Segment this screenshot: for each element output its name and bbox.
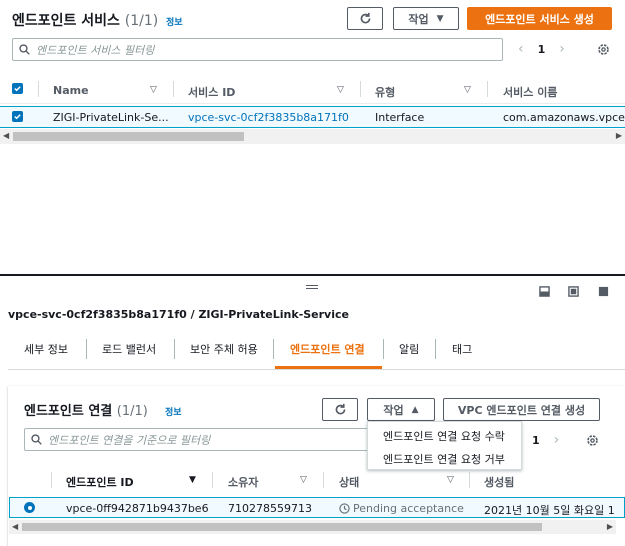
caret-down-icon: ▼ — [436, 13, 444, 24]
scrollbar-thumb[interactable] — [13, 132, 244, 141]
search-icon — [19, 44, 30, 55]
tab-endpoint-connections[interactable]: 엔드포인트 연결 — [290, 341, 365, 357]
prev-page-icon[interactable]: ‹ — [518, 41, 524, 57]
scrollbar-thumb[interactable] — [22, 523, 542, 531]
drag-handle-icon[interactable] — [306, 285, 318, 289]
select-all-checkbox[interactable] — [12, 83, 23, 94]
settings-gear-icon[interactable] — [597, 43, 610, 56]
row-owner: 710278559713 — [228, 502, 312, 515]
next-page-icon[interactable]: › — [559, 41, 565, 57]
row-status: Pending acceptance — [339, 502, 464, 515]
services-page-number[interactable]: 1 — [538, 43, 546, 56]
tab-notifications[interactable]: 알림 — [399, 341, 419, 357]
connections-filter-placeholder: 엔드포인트 연결을 기준으로 필터링 — [48, 433, 211, 447]
actions-dropdown-menu: 엔드포인트 연결 요청 수락 엔드포인트 연결 요청 거부 — [367, 421, 522, 470]
caret-up-icon: ▲ — [411, 404, 419, 415]
scroll-left-icon[interactable]: ◀ — [3, 131, 9, 140]
services-actions-button[interactable]: 작업 ▼ — [393, 7, 459, 30]
scroll-right-icon[interactable]: ▶ — [607, 522, 613, 531]
services-filter-placeholder: 엔드포인트 서비스 필터링 — [36, 43, 155, 57]
refresh-icon — [335, 403, 345, 415]
services-horizontal-scrollbar[interactable]: ◀ ▶ — [0, 129, 625, 144]
connections-title-text: 엔드포인트 연결 — [24, 404, 113, 419]
scroll-left-icon[interactable]: ◀ — [12, 522, 18, 531]
sort-down-icon[interactable]: ▼ — [189, 475, 196, 485]
connections-actions-button[interactable]: 작업 ▲ — [367, 398, 435, 421]
search-icon — [31, 434, 42, 445]
refresh-button[interactable] — [347, 7, 383, 30]
connections-filter-input[interactable]: 엔드포인트 연결을 기준으로 필터링 — [24, 428, 424, 451]
connections-page-number[interactable]: 1 — [532, 434, 540, 447]
refresh-icon — [360, 12, 370, 24]
tab-details[interactable]: 세부 정보 — [24, 341, 68, 357]
services-actions-label: 작업 — [408, 12, 429, 26]
tab-load-balancers[interactable]: 로드 밸런서 — [102, 341, 156, 357]
sort-caret-icon[interactable]: ▽ — [447, 475, 454, 485]
next-page-icon[interactable]: › — [554, 432, 560, 448]
connections-horizontal-scrollbar[interactable]: ◀ ▶ — [9, 520, 616, 534]
sort-caret-icon[interactable]: ▽ — [150, 85, 157, 95]
services-filter-input[interactable]: 엔드포인트 서비스 필터링 — [12, 38, 503, 61]
panel-bottom-icon[interactable] — [539, 286, 550, 297]
column-header-name[interactable]: Name — [53, 84, 89, 97]
connections-title: 엔드포인트 연결 (1/1) — [24, 400, 148, 419]
column-header-service-name[interactable]: 서비스 이름 — [503, 84, 557, 100]
sort-caret-icon[interactable]: ▽ — [464, 85, 471, 95]
services-count: (1/1) — [124, 13, 159, 29]
clock-icon — [339, 503, 350, 514]
row-type: Interface — [375, 111, 425, 124]
connections-info-link[interactable]: 정보 — [165, 405, 182, 418]
tab-allow-principals[interactable]: 보안 주체 허용 — [190, 341, 258, 357]
connections-refresh-button[interactable] — [322, 398, 358, 421]
row-service-id-link[interactable]: vpce-svc-0cf2f3835b8a171f0 — [188, 111, 349, 124]
connections-pagination: 1 › — [532, 432, 559, 448]
row-endpoint-id: vpce-0ff942871b9437be6 — [66, 502, 209, 515]
services-title: 엔드포인트 서비스 (1/1) — [12, 10, 158, 30]
split-pane-divider[interactable] — [0, 274, 625, 276]
column-header-type[interactable]: 유형 — [375, 84, 395, 100]
tab-tags[interactable]: 태그 — [452, 341, 472, 357]
create-endpoint-service-button[interactable]: 엔드포인트 서비스 생성 — [467, 7, 612, 30]
row-service-name: com.amazonaws.vpce.ap-n — [503, 111, 625, 124]
panel-side-icon[interactable] — [568, 286, 579, 297]
sort-caret-icon[interactable]: ▽ — [300, 475, 307, 485]
column-header-owner[interactable]: 소유자 — [228, 474, 258, 490]
row-status-text: Pending acceptance — [353, 502, 464, 515]
column-header-created[interactable]: 생성됨 — [484, 474, 514, 490]
tabs-underline — [8, 369, 625, 370]
row-checkbox[interactable] — [12, 111, 23, 122]
column-header-status[interactable]: 상태 — [339, 474, 359, 490]
row-created: 2021년 10월 5일 화요일 15- — [484, 504, 614, 517]
services-pagination: ‹ 1 › — [518, 41, 565, 57]
row-radio-button[interactable] — [24, 502, 35, 513]
detail-heading: vpce-svc-0cf2f3835b8a171f0 / ZIGI-Privat… — [8, 308, 349, 321]
services-title-text: 엔드포인트 서비스 — [12, 13, 120, 29]
column-header-service-id[interactable]: 서비스 ID — [188, 84, 235, 100]
connections-count: (1/1) — [116, 404, 148, 419]
panel-full-icon[interactable] — [598, 286, 609, 297]
services-info-link[interactable]: 정보 — [166, 15, 183, 28]
connections-actions-label: 작업 — [383, 403, 404, 417]
column-header-endpoint-id[interactable]: 엔드포인트 ID — [66, 474, 134, 490]
row-name: ZIGI-PrivateLink-Se... — [53, 111, 169, 124]
scroll-right-icon[interactable]: ▶ — [616, 131, 622, 140]
menu-item-accept-request[interactable]: 엔드포인트 연결 요청 수락 — [383, 428, 505, 444]
menu-item-reject-request[interactable]: 엔드포인트 연결 요청 거부 — [383, 451, 505, 467]
sort-caret-icon[interactable]: ▽ — [337, 85, 344, 95]
settings-gear-icon[interactable] — [586, 434, 599, 447]
create-vpc-endpoint-connection-button[interactable]: VPC 엔드포인트 연결 생성 — [443, 398, 600, 421]
